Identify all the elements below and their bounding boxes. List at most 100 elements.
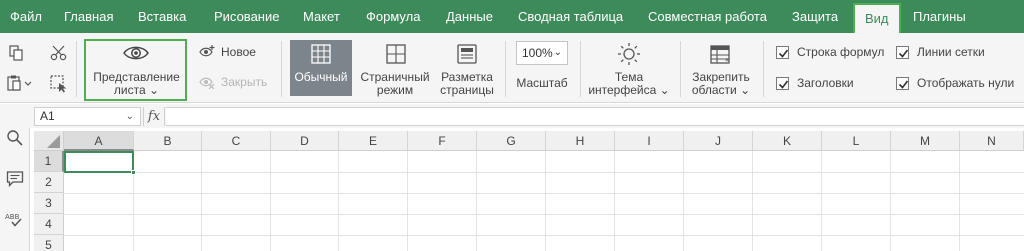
ribbon-separator xyxy=(76,41,77,97)
page-layout-icon[interactable] xyxy=(457,44,477,67)
paste-icon[interactable] xyxy=(6,75,32,94)
menu-plugins[interactable]: Плагины xyxy=(913,0,966,33)
new-view-icon[interactable] xyxy=(199,45,215,62)
freeze-panes-label-line2[interactable]: области ⌄ xyxy=(685,84,757,97)
gridlines-label[interactable]: Линии сетки xyxy=(917,46,985,59)
copy-icon[interactable] xyxy=(8,45,24,64)
page-break-icon[interactable] xyxy=(386,44,406,67)
grid-line xyxy=(752,151,753,251)
chevron-down-icon: ⌄ xyxy=(740,83,751,97)
headings-checkbox[interactable] xyxy=(776,77,789,90)
gridlines-checkbox[interactable] xyxy=(896,46,909,59)
spreadsheet-grid: A B C D E F G H I J K L M N 1 2 3 4 5 xyxy=(34,131,1024,251)
grid-line xyxy=(338,151,339,251)
grid-line xyxy=(201,151,202,251)
menu-draw[interactable]: Рисование xyxy=(214,0,279,33)
column-header-g[interactable]: G xyxy=(477,131,546,151)
check-icon xyxy=(898,49,909,58)
zoom-label: Масштаб xyxy=(516,76,568,90)
page-layout-label-line2[interactable]: страницы xyxy=(435,84,499,97)
grid-line xyxy=(64,214,1024,215)
menu-layout[interactable]: Макет xyxy=(303,0,340,33)
headings-label[interactable]: Заголовки xyxy=(797,77,854,90)
grid-line xyxy=(407,151,408,251)
sun-icon[interactable] xyxy=(617,42,641,69)
chevron-down-icon: ⌄ xyxy=(149,83,160,97)
grid-line xyxy=(890,151,891,251)
check-icon xyxy=(778,49,789,58)
fill-handle[interactable] xyxy=(131,170,136,175)
comment-icon[interactable] xyxy=(6,170,24,191)
menu-insert[interactable]: Вставка xyxy=(138,0,186,33)
freeze-panes-icon[interactable]: * xyxy=(710,45,732,68)
column-header-j[interactable]: J xyxy=(684,131,753,151)
column-header-l[interactable]: L xyxy=(822,131,891,151)
menu-bar: Файл Главная Вставка Рисование Макет Фор… xyxy=(0,0,1024,33)
ribbon-separator xyxy=(680,41,681,97)
row-header-5[interactable]: 5 xyxy=(34,235,64,251)
grid-line xyxy=(683,151,684,251)
ribbon: Представление листа ⌄ Новое Закрыть Обыч… xyxy=(0,33,1024,103)
active-cell[interactable] xyxy=(64,151,134,173)
column-header-k[interactable]: K xyxy=(753,131,822,151)
close-view-icon xyxy=(199,75,215,92)
theme-label-line2[interactable]: интерфейса ⌄ xyxy=(586,84,672,97)
grid-line xyxy=(270,151,271,251)
close-view-button: Закрыть xyxy=(221,75,268,89)
normal-view-label[interactable]: Обычный xyxy=(290,71,352,84)
column-header-m[interactable]: M xyxy=(891,131,960,151)
spellcheck-icon[interactable]: ABB xyxy=(4,209,26,232)
eye-icon[interactable] xyxy=(122,44,150,65)
triangle-icon xyxy=(47,135,60,148)
menu-protection[interactable]: Защита xyxy=(792,0,838,33)
chevron-down-icon: ⌄ xyxy=(553,47,562,58)
grid-line xyxy=(64,193,1024,194)
grid-line xyxy=(545,151,546,251)
select-all-icon[interactable] xyxy=(50,75,68,96)
formula-bar-checkbox[interactable] xyxy=(776,46,789,59)
menu-pivot-table[interactable]: Сводная таблица xyxy=(518,0,623,33)
check-icon xyxy=(898,80,909,89)
formula-bar: A1 ⌄ fx xyxy=(0,104,1024,128)
column-header-i[interactable]: I xyxy=(615,131,684,151)
grid-line xyxy=(821,151,822,251)
show-zeros-label[interactable]: Отображать нули xyxy=(917,77,1014,90)
row-header-3[interactable]: 3 xyxy=(34,193,64,214)
ribbon-separator xyxy=(580,41,581,97)
menu-file[interactable]: Файл xyxy=(10,0,42,33)
column-header-d[interactable]: D xyxy=(271,131,339,151)
column-header-n[interactable]: N xyxy=(960,131,1024,151)
column-header-a[interactable]: A xyxy=(64,131,134,151)
menu-home[interactable]: Главная xyxy=(64,0,113,33)
formula-bar-label[interactable]: Строка формул xyxy=(797,46,884,59)
column-header-f[interactable]: F xyxy=(408,131,477,151)
grid-line xyxy=(614,151,615,251)
row-header-1[interactable]: 1 xyxy=(34,151,64,172)
insert-function-button[interactable]: fx xyxy=(143,107,165,126)
sheet-view-label-line2[interactable]: листа ⌄ xyxy=(88,84,185,97)
page-break-label-line2[interactable]: режим xyxy=(358,84,432,97)
ribbon-separator xyxy=(763,41,764,97)
zoom-select[interactable]: 100% ⌄ xyxy=(516,41,568,65)
show-zeros-checkbox[interactable] xyxy=(896,77,909,90)
new-view-button[interactable]: Новое xyxy=(221,46,256,59)
column-header-b[interactable]: B xyxy=(134,131,202,151)
menu-collaboration[interactable]: Совместная работа xyxy=(648,0,767,33)
chevron-down-icon: ⌄ xyxy=(659,83,670,97)
menu-view[interactable]: Вид xyxy=(853,3,901,33)
row-header-4[interactable]: 4 xyxy=(34,214,64,235)
menu-formula[interactable]: Формула xyxy=(366,0,420,33)
row-header-2[interactable]: 2 xyxy=(34,172,64,193)
column-header-c[interactable]: C xyxy=(202,131,271,151)
column-header-h[interactable]: H xyxy=(546,131,615,151)
column-header-e[interactable]: E xyxy=(339,131,408,151)
cut-icon[interactable] xyxy=(50,45,68,64)
name-box[interactable]: A1 ⌄ xyxy=(34,107,141,126)
ribbon-separator xyxy=(281,41,282,97)
menu-data[interactable]: Данные xyxy=(446,0,493,33)
select-all-corner[interactable] xyxy=(34,131,64,151)
search-icon[interactable] xyxy=(6,129,24,150)
formula-input[interactable] xyxy=(166,107,1024,126)
ribbon-separator xyxy=(505,41,506,97)
grid-line xyxy=(64,235,1024,236)
